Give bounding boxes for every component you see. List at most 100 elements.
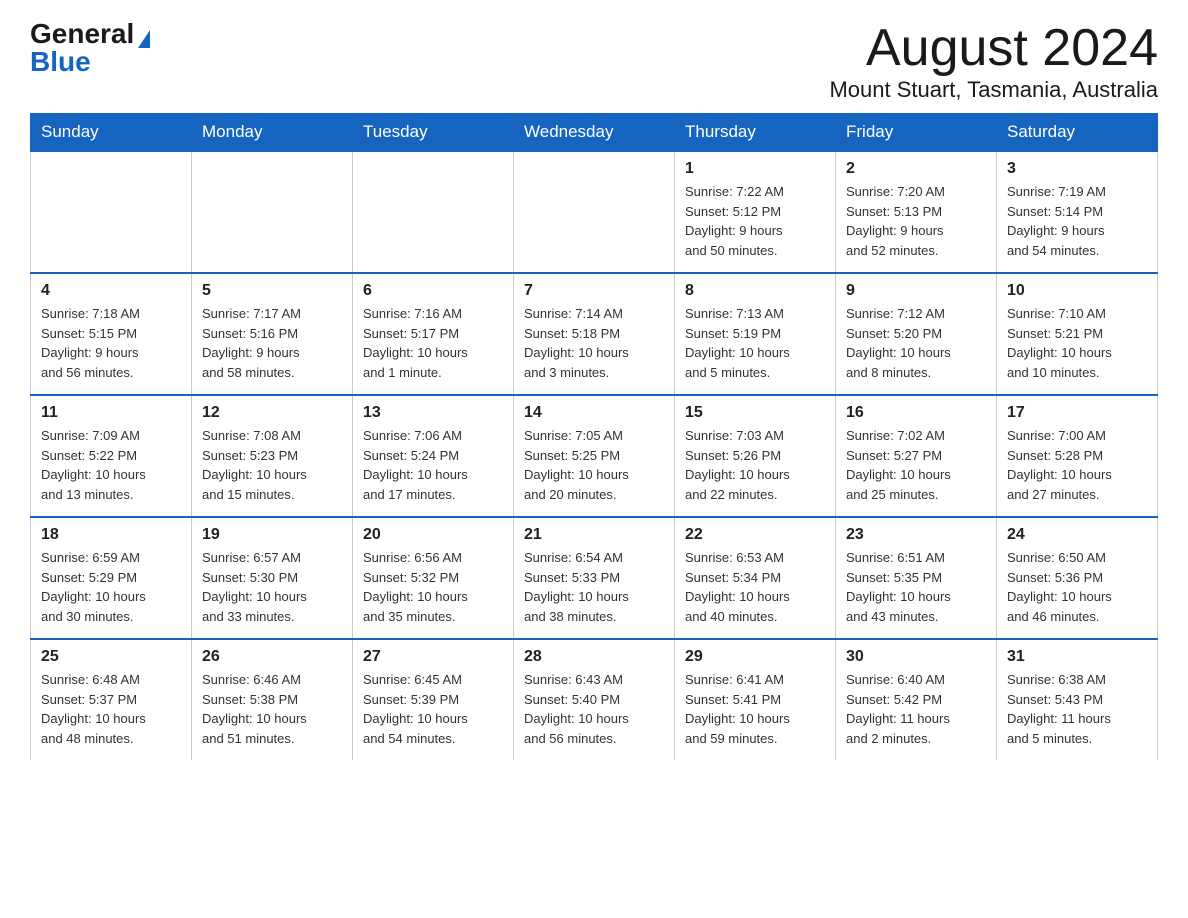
day-info: Sunrise: 6:59 AMSunset: 5:29 PMDaylight:… xyxy=(41,548,181,626)
day-info: Sunrise: 6:46 AMSunset: 5:38 PMDaylight:… xyxy=(202,670,342,748)
col-wednesday: Wednesday xyxy=(514,114,675,152)
day-number: 10 xyxy=(1007,282,1147,300)
day-info: Sunrise: 6:40 AMSunset: 5:42 PMDaylight:… xyxy=(846,670,986,748)
col-monday: Monday xyxy=(192,114,353,152)
calendar-week-3: 11 Sunrise: 7:09 AMSunset: 5:22 PMDayligh… xyxy=(31,395,1158,517)
day-info: Sunrise: 6:57 AMSunset: 5:30 PMDaylight:… xyxy=(202,548,342,626)
day-number: 2 xyxy=(846,160,986,178)
day-info: Sunrise: 7:14 AMSunset: 5:18 PMDaylight:… xyxy=(524,304,664,382)
day-number: 12 xyxy=(202,404,342,422)
day-number: 29 xyxy=(685,648,825,666)
calendar-cell: 4 Sunrise: 7:18 AMSunset: 5:15 PMDaylight… xyxy=(31,273,192,395)
logo-triangle-icon xyxy=(138,30,150,48)
day-number: 22 xyxy=(685,526,825,544)
day-info: Sunrise: 7:22 AMSunset: 5:12 PMDaylight:… xyxy=(685,182,825,260)
calendar-cell: 20 Sunrise: 6:56 AMSunset: 5:32 PMDayligh… xyxy=(353,517,514,639)
title-block: August 2024 Mount Stuart, Tasmania, Aust… xyxy=(829,20,1158,103)
calendar-table: Sunday Monday Tuesday Wednesday Thursday… xyxy=(30,113,1158,760)
col-tuesday: Tuesday xyxy=(353,114,514,152)
calendar-cell: 25 Sunrise: 6:48 AMSunset: 5:37 PMDayligh… xyxy=(31,639,192,760)
calendar-cell: 24 Sunrise: 6:50 AMSunset: 5:36 PMDayligh… xyxy=(997,517,1158,639)
day-number: 1 xyxy=(685,160,825,178)
day-number: 6 xyxy=(363,282,503,300)
day-info: Sunrise: 7:19 AMSunset: 5:14 PMDaylight:… xyxy=(1007,182,1147,260)
calendar-cell: 12Sunrise: 7:08 AMSunset: 5:23 PMDayligh… xyxy=(192,395,353,517)
calendar-cell: 5Sunrise: 7:17 AMSunset: 5:16 PMDaylight… xyxy=(192,273,353,395)
calendar-cell: 3 Sunrise: 7:19 AMSunset: 5:14 PMDaylight… xyxy=(997,151,1158,273)
calendar-cell: 19 Sunrise: 6:57 AMSunset: 5:30 PMDayligh… xyxy=(192,517,353,639)
day-number: 4 xyxy=(41,282,181,300)
calendar-cell: 10 Sunrise: 7:10 AMSunset: 5:21 PMDayligh… xyxy=(997,273,1158,395)
day-number: 27 xyxy=(363,648,503,666)
calendar-cell xyxy=(353,151,514,273)
calendar-cell: 9Sunrise: 7:12 AMSunset: 5:20 PMDaylight… xyxy=(836,273,997,395)
day-number: 11 xyxy=(41,404,181,422)
col-thursday: Thursday xyxy=(675,114,836,152)
calendar-cell: 14 Sunrise: 7:05 AMSunset: 5:25 PMDayligh… xyxy=(514,395,675,517)
calendar-cell: 1 Sunrise: 7:22 AMSunset: 5:12 PMDaylight… xyxy=(675,151,836,273)
calendar-cell: 15Sunrise: 7:03 AMSunset: 5:26 PMDayligh… xyxy=(675,395,836,517)
calendar-cell: 26 Sunrise: 6:46 AMSunset: 5:38 PMDayligh… xyxy=(192,639,353,760)
col-friday: Friday xyxy=(836,114,997,152)
day-info: Sunrise: 7:13 AMSunset: 5:19 PMDaylight:… xyxy=(685,304,825,382)
day-number: 19 xyxy=(202,526,342,544)
calendar-cell: 8 Sunrise: 7:13 AMSunset: 5:19 PMDaylight… xyxy=(675,273,836,395)
day-info: Sunrise: 6:56 AMSunset: 5:32 PMDaylight:… xyxy=(363,548,503,626)
day-number: 9 xyxy=(846,282,986,300)
calendar-cell: 13Sunrise: 7:06 AMSunset: 5:24 PMDayligh… xyxy=(353,395,514,517)
calendar-cell xyxy=(192,151,353,273)
day-number: 25 xyxy=(41,648,181,666)
day-info: Sunrise: 7:05 AMSunset: 5:25 PMDaylight:… xyxy=(524,426,664,504)
calendar-cell: 16Sunrise: 7:02 AMSunset: 5:27 PMDayligh… xyxy=(836,395,997,517)
day-number: 24 xyxy=(1007,526,1147,544)
day-number: 3 xyxy=(1007,160,1147,178)
day-number: 30 xyxy=(846,648,986,666)
day-info: Sunrise: 6:48 AMSunset: 5:37 PMDaylight:… xyxy=(41,670,181,748)
day-number: 14 xyxy=(524,404,664,422)
page-header: General Blue August 2024 Mount Stuart, T… xyxy=(30,20,1158,103)
day-info: Sunrise: 7:20 AMSunset: 5:13 PMDaylight:… xyxy=(846,182,986,260)
day-info: Sunrise: 6:43 AMSunset: 5:40 PMDaylight:… xyxy=(524,670,664,748)
calendar-week-2: 4 Sunrise: 7:18 AMSunset: 5:15 PMDaylight… xyxy=(31,273,1158,395)
day-info: Sunrise: 7:18 AMSunset: 5:15 PMDaylight:… xyxy=(41,304,181,382)
day-info: Sunrise: 6:41 AMSunset: 5:41 PMDaylight:… xyxy=(685,670,825,748)
calendar-cell: 18 Sunrise: 6:59 AMSunset: 5:29 PMDayligh… xyxy=(31,517,192,639)
day-info: Sunrise: 6:45 AMSunset: 5:39 PMDaylight:… xyxy=(363,670,503,748)
day-number: 28 xyxy=(524,648,664,666)
calendar-body: 1 Sunrise: 7:22 AMSunset: 5:12 PMDaylight… xyxy=(31,151,1158,760)
col-sunday: Sunday xyxy=(31,114,192,152)
calendar-header: Sunday Monday Tuesday Wednesday Thursday… xyxy=(31,114,1158,152)
day-number: 20 xyxy=(363,526,503,544)
day-number: 31 xyxy=(1007,648,1147,666)
calendar-cell: 30 Sunrise: 6:40 AMSunset: 5:42 PMDayligh… xyxy=(836,639,997,760)
day-info: Sunrise: 7:16 AMSunset: 5:17 PMDaylight:… xyxy=(363,304,503,382)
day-info: Sunrise: 6:54 AMSunset: 5:33 PMDaylight:… xyxy=(524,548,664,626)
header-row: Sunday Monday Tuesday Wednesday Thursday… xyxy=(31,114,1158,152)
day-number: 18 xyxy=(41,526,181,544)
day-number: 17 xyxy=(1007,404,1147,422)
calendar-cell: 27 Sunrise: 6:45 AMSunset: 5:39 PMDayligh… xyxy=(353,639,514,760)
day-info: Sunrise: 6:51 AMSunset: 5:35 PMDaylight:… xyxy=(846,548,986,626)
calendar-cell: 17 Sunrise: 7:00 AMSunset: 5:28 PMDayligh… xyxy=(997,395,1158,517)
day-info: Sunrise: 7:10 AMSunset: 5:21 PMDaylight:… xyxy=(1007,304,1147,382)
day-info: Sunrise: 6:50 AMSunset: 5:36 PMDaylight:… xyxy=(1007,548,1147,626)
page-title: August 2024 xyxy=(829,20,1158,77)
calendar-cell: 28 Sunrise: 6:43 AMSunset: 5:40 PMDayligh… xyxy=(514,639,675,760)
day-number: 8 xyxy=(685,282,825,300)
logo-blue-text: Blue xyxy=(30,46,91,77)
calendar-cell: 23 Sunrise: 6:51 AMSunset: 5:35 PMDayligh… xyxy=(836,517,997,639)
col-saturday: Saturday xyxy=(997,114,1158,152)
day-info: Sunrise: 7:02 AMSunset: 5:27 PMDaylight:… xyxy=(846,426,986,504)
calendar-cell: 31Sunrise: 6:38 AMSunset: 5:43 PMDayligh… xyxy=(997,639,1158,760)
calendar-week-1: 1 Sunrise: 7:22 AMSunset: 5:12 PMDaylight… xyxy=(31,151,1158,273)
calendar-cell: 7Sunrise: 7:14 AMSunset: 5:18 PMDaylight… xyxy=(514,273,675,395)
calendar-cell xyxy=(514,151,675,273)
day-info: Sunrise: 7:09 AMSunset: 5:22 PMDaylight:… xyxy=(41,426,181,504)
day-number: 26 xyxy=(202,648,342,666)
calendar-week-4: 18 Sunrise: 6:59 AMSunset: 5:29 PMDayligh… xyxy=(31,517,1158,639)
calendar-cell: 22Sunrise: 6:53 AMSunset: 5:34 PMDayligh… xyxy=(675,517,836,639)
day-number: 15 xyxy=(685,404,825,422)
day-number: 13 xyxy=(363,404,503,422)
day-number: 23 xyxy=(846,526,986,544)
day-info: Sunrise: 7:00 AMSunset: 5:28 PMDaylight:… xyxy=(1007,426,1147,504)
